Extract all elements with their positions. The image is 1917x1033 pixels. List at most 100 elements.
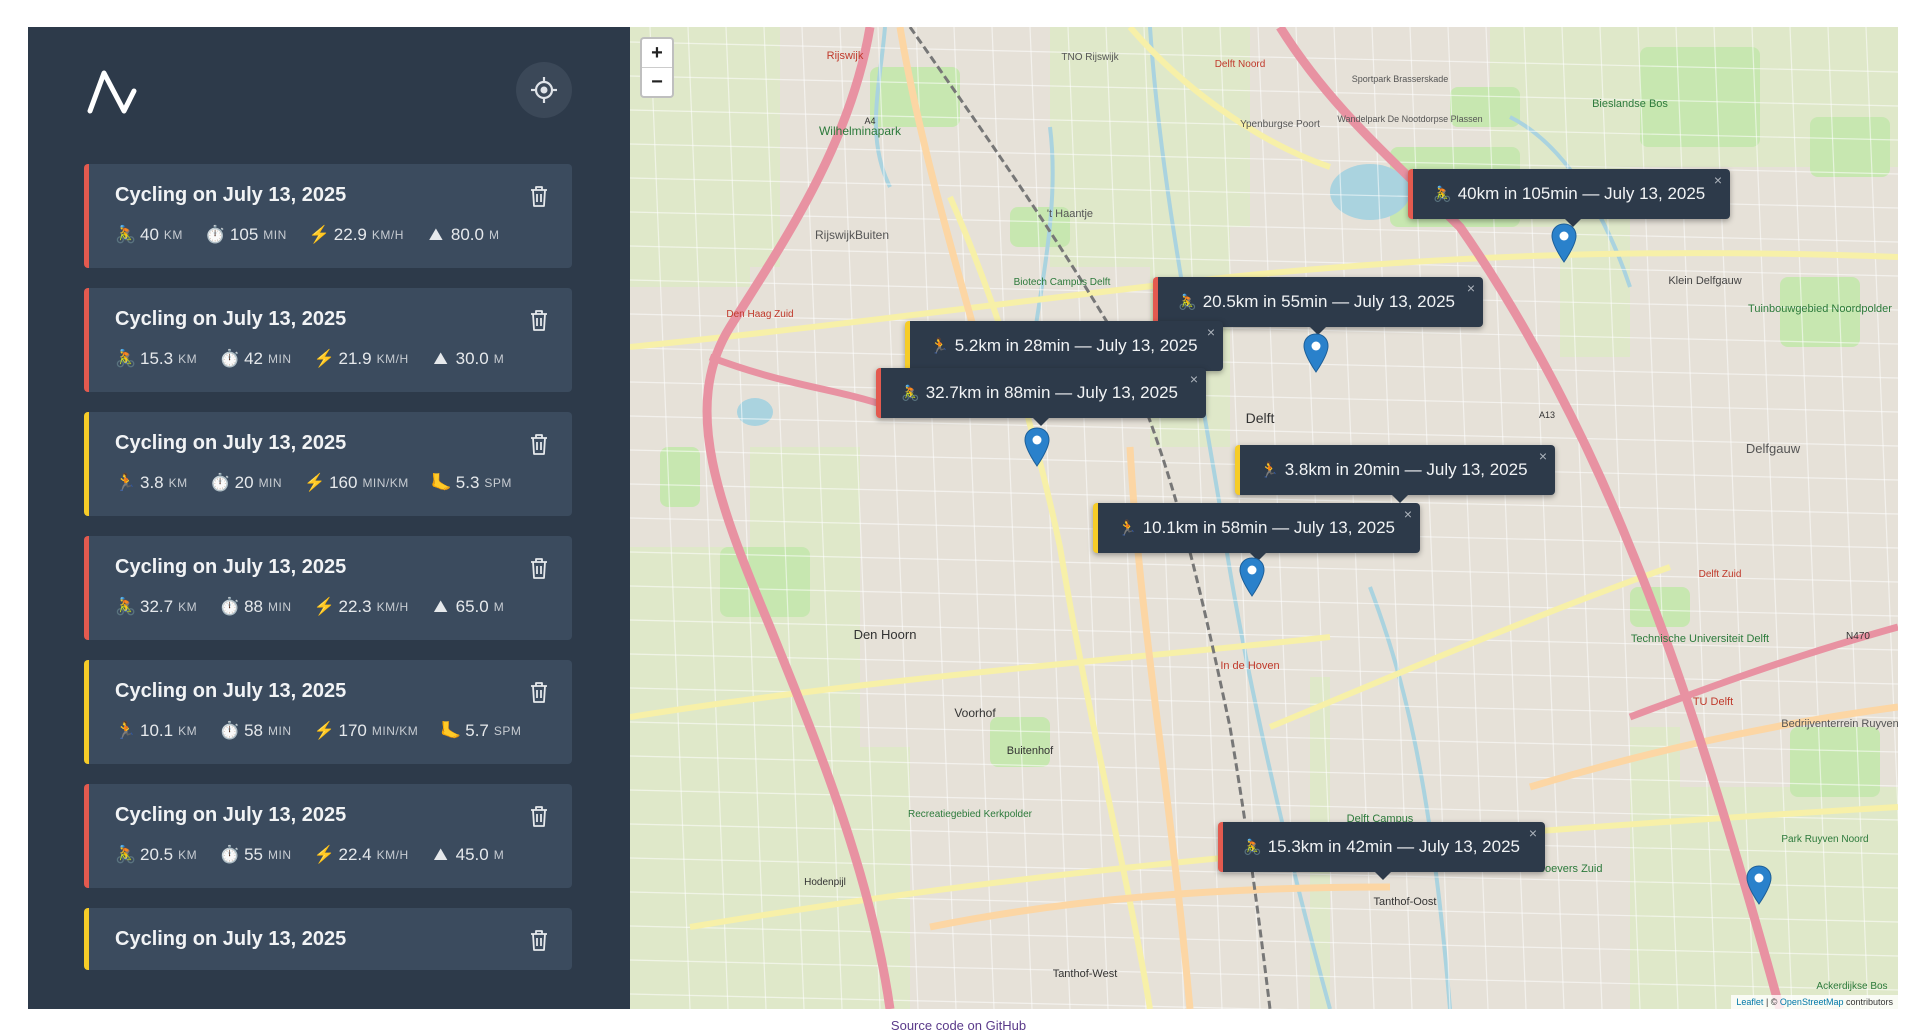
stat-icon: 🚴: [115, 349, 137, 368]
workout-type-icon: 🚴: [901, 385, 920, 402]
workout-card[interactable]: Cycling on July 13, 2025 🚴 15.3 km ⏱️ 42 min ⚡ 2…: [84, 288, 572, 392]
map-place-label: Klein Delfgauw: [1668, 275, 1741, 287]
popup-text: 5.2km in 28min — July 13, 2025: [954, 336, 1198, 355]
stat-icon: 🚴: [115, 845, 137, 864]
stat-value: 15.3: [140, 349, 174, 368]
app-logo: [87, 70, 137, 114]
workout-card[interactable]: Cycling on July 13, 2025 🚴 20.5 km ⏱️ 55 min ⚡ 2…: [84, 784, 572, 888]
workout-popup[interactable]: 🏃 3.8km in 20min — July 13, 2025 ×: [1235, 445, 1555, 503]
map-place-label: Bieslandse Bos: [1592, 98, 1668, 110]
map-view[interactable]: Rijswijk Wilhelminapark Delft Noord Ypenbur…: [630, 27, 1898, 1009]
map-marker-icon[interactable]: [1024, 427, 1050, 467]
workout-stat: ⚡ 21.9 km/h: [314, 349, 409, 369]
stat-icon: ⛰: [433, 349, 448, 368]
close-icon[interactable]: ×: [1190, 371, 1198, 387]
workout-popup[interactable]: 🚴 20.5km in 55min — July 13, 2025 ×: [1153, 277, 1483, 335]
stat-value: 88: [244, 597, 264, 616]
osm-link[interactable]: OpenStreetMap: [1780, 997, 1844, 1007]
workout-stat: ⚡ 22.9 km/h: [309, 225, 404, 245]
workout-title: Cycling on July 13, 2025: [115, 432, 347, 454]
zoom-out-button[interactable]: −: [642, 67, 672, 96]
stat-icon: 🏃: [115, 473, 137, 492]
close-icon[interactable]: ×: [1404, 506, 1412, 522]
trash-icon[interactable]: [528, 308, 550, 332]
stat-icon: ⚡: [313, 349, 335, 368]
workout-popup[interactable]: 🏃 10.1km in 58min — July 13, 2025 ×: [1093, 503, 1420, 561]
popup-tip: [1375, 872, 1391, 880]
map-place-label: Buitenhof: [1007, 745, 1054, 757]
workout-stats: 🚴 15.3 km ⏱️ 42 min ⚡ 21.9 km/h ⛰ 30.0 m: [115, 349, 504, 369]
workout-stat: 🚴 32.7 km: [115, 597, 197, 617]
close-icon[interactable]: ×: [1207, 324, 1215, 340]
popup-text: 32.7km in 88min — July 13, 2025: [925, 383, 1178, 402]
workout-type-icon: 🚴: [1243, 839, 1262, 856]
workout-card[interactable]: Cycling on July 13, 2025: [84, 908, 572, 970]
stat-unit: min: [268, 848, 292, 862]
map-place-label: Wilhelminapark: [819, 124, 902, 138]
stat-value: 3.8: [140, 473, 164, 492]
map-place-label: Delft Noord: [1215, 59, 1266, 70]
map-place-label: Recreatiegebied Kerkpolder: [908, 809, 1033, 820]
stat-unit: km/h: [376, 600, 409, 614]
stat-value: 42: [244, 349, 264, 368]
workout-popup[interactable]: 🚴 32.7km in 88min — July 13, 2025 ×: [876, 368, 1206, 426]
leaflet-link[interactable]: Leaflet: [1736, 997, 1763, 1007]
workout-stat: ⏱️ 105 min: [205, 225, 287, 245]
map-place-label: RijswijkBuiten: [815, 228, 889, 242]
stat-unit: km/h: [376, 848, 409, 862]
popup-text: 15.3km in 42min — July 13, 2025: [1267, 837, 1520, 856]
trash-icon[interactable]: [528, 556, 550, 580]
map-place-label: A4: [864, 116, 875, 126]
workout-popup[interactable]: 🚴 15.3km in 42min — July 13, 2025 ×: [1218, 822, 1545, 880]
workout-stat: 🚴 20.5 km: [115, 845, 197, 865]
workout-card[interactable]: Cycling on July 13, 2025 🏃 10.1 km ⏱️ 58 min ⚡ 1…: [84, 660, 572, 764]
workout-popup[interactable]: 🏃 5.2km in 28min — July 13, 2025 ×: [905, 321, 1223, 379]
map-place-label: 't Haantje: [1047, 208, 1093, 220]
map-attribution: Leaflet | © OpenStreetMap contributors: [1731, 995, 1898, 1009]
stat-icon: ⛰: [433, 845, 448, 864]
map-place-label: Biotech Campus Delft: [1014, 277, 1111, 288]
workout-card[interactable]: Cycling on July 13, 2025 🏃 3.8 km ⏱️ 20 min ⚡ 16…: [84, 412, 572, 516]
stat-unit: min: [268, 352, 292, 366]
source-code-link[interactable]: Source code on GitHub: [0, 1018, 1917, 1033]
popup-text: 3.8km in 20min — July 13, 2025: [1284, 460, 1528, 479]
workout-card[interactable]: Cycling on July 13, 2025 🚴 40 km ⏱️ 105 min ⚡ 22…: [84, 164, 572, 268]
map-place-label: Den Haag Zuid: [726, 309, 793, 320]
workout-card[interactable]: Cycling on July 13, 2025 🚴 32.7 km ⏱️ 88 min ⚡ 2…: [84, 536, 572, 640]
map-marker-icon[interactable]: [1551, 223, 1577, 263]
locate-button[interactable]: [516, 62, 572, 118]
map-marker-icon[interactable]: [1303, 333, 1329, 373]
stat-value: 170: [338, 721, 367, 740]
park-area: [1640, 47, 1760, 147]
close-icon[interactable]: ×: [1714, 172, 1722, 188]
stat-value: 5.3: [455, 473, 480, 492]
stat-unit: km: [178, 848, 198, 862]
workout-stats: 🚴 40 km ⏱️ 105 min ⚡ 22.9 km/h ⛰ 80.0 m: [115, 225, 499, 245]
stat-value: 10.1: [140, 721, 174, 740]
close-icon[interactable]: ×: [1529, 825, 1537, 841]
zoom-in-button[interactable]: +: [642, 39, 672, 67]
close-icon[interactable]: ×: [1539, 448, 1547, 464]
stat-icon: ⚡: [313, 721, 335, 740]
map-marker-icon[interactable]: [1239, 557, 1265, 597]
trash-icon[interactable]: [528, 804, 550, 828]
attribution-tail: contributors: [1843, 997, 1893, 1007]
popup-tip: [1392, 495, 1408, 503]
workout-stats: 🏃 10.1 km ⏱️ 58 min ⚡ 170 min/km 🦶 5.7 spm: [115, 721, 521, 741]
workout-popup[interactable]: 🚴 40km in 105min — July 13, 2025 ×: [1408, 169, 1730, 227]
map-marker-icon[interactable]: [1746, 865, 1772, 905]
workout-stat: ⏱️ 20 min: [210, 473, 282, 493]
map-place-label: A13: [1539, 410, 1555, 420]
stat-value: 22.3: [338, 597, 372, 616]
trash-icon[interactable]: [528, 184, 550, 208]
workout-stats: 🏃 3.8 km ⏱️ 20 min ⚡ 160 min/km 🦶 5.3 spm: [115, 473, 512, 493]
workout-stats: 🚴 32.7 km ⏱️ 88 min ⚡ 22.3 km/h ⛰ 65.0 m: [115, 597, 504, 617]
stat-value: 65.0: [455, 597, 489, 616]
zoom-control: + −: [640, 37, 674, 98]
workout-type-icon: 🚴: [1178, 294, 1197, 311]
workout-stat: 🚴 15.3 km: [115, 349, 197, 369]
close-icon[interactable]: ×: [1467, 280, 1475, 296]
trash-icon[interactable]: [528, 680, 550, 704]
trash-icon[interactable]: [528, 432, 550, 456]
trash-icon[interactable]: [528, 928, 550, 952]
